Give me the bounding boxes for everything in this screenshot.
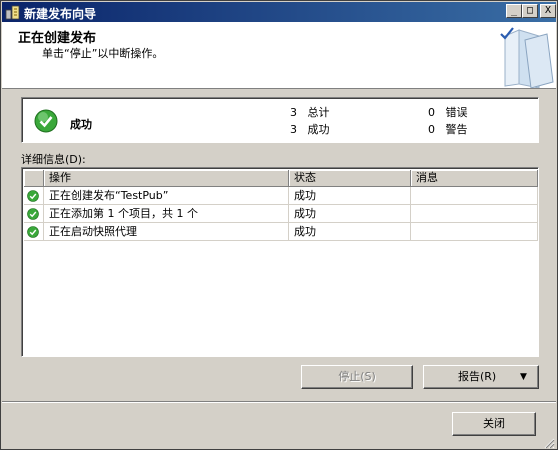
title-bar[interactable]: 新建发布向导 _ □ X [2, 2, 556, 22]
details-grid[interactable]: 操作 状态 消息 正在创建发布“TestPub” 成功 正在添加第 1 个项目，… [21, 167, 539, 357]
stop-button[interactable]: 停止(S) [301, 365, 413, 389]
row-status: 成功 [289, 205, 411, 223]
row-action: 正在添加第 1 个项目，共 1 个 [44, 205, 289, 223]
error-count: 0 [428, 106, 435, 119]
page-subtitle: 单击“停止”以中断操作。 [42, 47, 164, 60]
row-status: 成功 [289, 187, 411, 205]
success-check-icon [27, 190, 39, 202]
row-status-icon-cell [24, 205, 44, 223]
error-label: 错误 [445, 106, 468, 119]
warning-stat: 0 警告 [428, 121, 468, 137]
minimize-button[interactable]: _ [506, 4, 522, 18]
dropdown-arrow-icon[interactable]: ▼ [520, 366, 527, 388]
total-stat: 3 总计 [290, 104, 330, 120]
wizard-window: 新建发布向导 _ □ X 正在创建发布 单击“停止”以中断操作。 成功 3 总计… [0, 0, 558, 450]
footer-separator [2, 401, 556, 403]
row-action: 正在启动快照代理 [44, 223, 289, 241]
report-button-label: 报告(R) [458, 370, 497, 383]
wizard-header: 正在创建发布 单击“停止”以中断操作。 [2, 22, 556, 89]
table-row[interactable]: 正在创建发布“TestPub” 成功 [24, 187, 538, 205]
total-count: 3 [290, 106, 297, 119]
maximize-button[interactable]: □ [522, 4, 538, 18]
warning-label: 警告 [445, 123, 468, 136]
summary-panel: 成功 3 总计 3 成功 0 错误 0 警告 [21, 97, 539, 143]
warning-count: 0 [428, 123, 435, 136]
column-header-action[interactable]: 操作 [44, 170, 289, 187]
column-header-status[interactable]: 状态 [289, 170, 411, 187]
row-status-icon-cell [24, 223, 44, 241]
close-window-button[interactable]: X [540, 4, 556, 18]
row-status-icon-cell [24, 187, 44, 205]
resize-grip-icon[interactable] [543, 437, 555, 449]
success-check-icon [34, 109, 58, 133]
details-label: 详细信息(D): [21, 153, 86, 166]
close-button[interactable]: 关闭 [452, 412, 536, 436]
report-button[interactable]: 报告(R) ▼ [423, 365, 539, 389]
success-check-icon [27, 226, 39, 238]
row-message [411, 223, 538, 241]
summary-status: 成功 [70, 118, 92, 131]
table-row[interactable]: 正在添加第 1 个项目，共 1 个 成功 [24, 205, 538, 223]
books-checkmark-icon [500, 27, 554, 88]
success-count: 3 [290, 123, 297, 136]
total-label: 总计 [307, 106, 330, 119]
page-title: 正在创建发布 [18, 31, 97, 46]
row-status: 成功 [289, 223, 411, 241]
window-title: 新建发布向导 [24, 7, 97, 21]
table-row[interactable]: 正在启动快照代理 成功 [24, 223, 538, 241]
grid-header: 操作 状态 消息 [24, 170, 538, 187]
row-action: 正在创建发布“TestPub” [44, 187, 289, 205]
success-label: 成功 [307, 123, 330, 136]
success-check-icon [27, 208, 39, 220]
row-message [411, 187, 538, 205]
row-message [411, 205, 538, 223]
column-header-icon[interactable] [24, 170, 44, 187]
success-stat: 3 成功 [290, 121, 330, 137]
error-stat: 0 错误 [428, 104, 468, 120]
wizard-app-icon [5, 5, 20, 20]
column-header-message[interactable]: 消息 [411, 170, 538, 187]
